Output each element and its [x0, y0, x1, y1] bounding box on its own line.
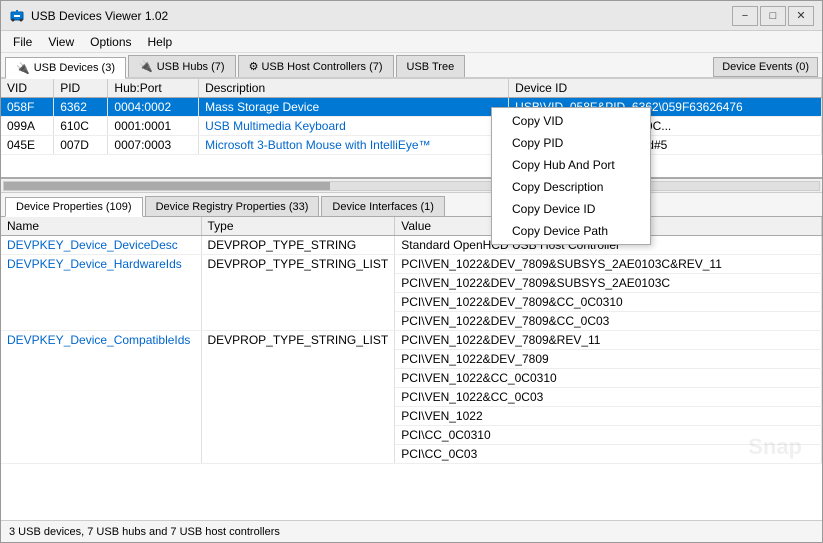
- title-bar: USB Devices Viewer 1.02 − □ ✕: [1, 1, 822, 31]
- status-text: 3 USB devices, 7 USB hubs and 7 USB host…: [9, 526, 280, 538]
- props-tab-1[interactable]: Device Registry Properties (33): [145, 196, 320, 216]
- menu-bar: File View Options Help: [1, 31, 822, 53]
- tab-usb-hubs[interactable]: 🔌 USB Hubs (7): [128, 55, 236, 77]
- menu-view[interactable]: View: [40, 31, 82, 52]
- h-scrollbar[interactable]: [1, 179, 822, 193]
- context-menu: Copy VIDCopy PIDCopy Hub And PortCopy De…: [491, 107, 651, 245]
- tab-usb-tree[interactable]: USB Tree: [396, 55, 466, 77]
- device-row[interactable]: 099A610C0001:0001USB Multimedia Keyboard…: [1, 117, 822, 136]
- props-row: DEVPKEY_Device_HardwareIdsDEVPROP_TYPE_S…: [1, 255, 822, 274]
- tab-usb-host-controllers[interactable]: ⚙ USB Host Controllers (7): [238, 55, 394, 77]
- main-window: USB Devices Viewer 1.02 − □ ✕ File View …: [0, 0, 823, 543]
- col-header-device-id: Device ID: [509, 79, 822, 98]
- minimize-button[interactable]: −: [732, 6, 758, 26]
- props-col-type: Type: [201, 217, 395, 236]
- tab-usb-host-controllers-label: ⚙ USB Host Controllers (7): [249, 60, 383, 73]
- tab-usb-hubs-label: USB Hubs (7): [157, 61, 225, 73]
- usb-hubs-icon: 🔌: [139, 60, 153, 73]
- context-menu-item-1[interactable]: Copy PID: [492, 132, 650, 154]
- context-menu-item-5[interactable]: Copy Device Path: [492, 220, 650, 242]
- device-row[interactable]: 058F63620004:0002Mass Storage DeviceUSB\…: [1, 98, 822, 117]
- col-header-vid: VID: [1, 79, 54, 98]
- props-tab-bar: Device Properties (109)Device Registry P…: [1, 193, 822, 217]
- device-events-button[interactable]: Device Events (0): [713, 57, 818, 77]
- tab-usb-devices[interactable]: 🔌 USB Devices (3): [5, 57, 126, 79]
- maximize-button[interactable]: □: [760, 6, 786, 26]
- props-tab-0[interactable]: Device Properties (109): [5, 197, 143, 217]
- col-header-description: Description: [199, 79, 509, 98]
- close-button[interactable]: ✕: [788, 6, 814, 26]
- usb-devices-icon: 🔌: [16, 62, 30, 75]
- props-table-wrapper[interactable]: Name Type Value DEVPKEY_Device_DeviceDes…: [1, 217, 822, 520]
- window-title: USB Devices Viewer 1.02: [31, 9, 732, 23]
- props-table: Name Type Value DEVPKEY_Device_DeviceDes…: [1, 217, 822, 464]
- app-icon: [9, 8, 25, 24]
- device-table: VID PID Hub:Port Description Device ID 0…: [1, 79, 822, 155]
- props-row: DEVPKEY_Device_DeviceDescDEVPROP_TYPE_ST…: [1, 236, 822, 255]
- main-tab-bar: 🔌 USB Devices (3) 🔌 USB Hubs (7) ⚙ USB H…: [1, 53, 822, 79]
- status-bar: 3 USB devices, 7 USB hubs and 7 USB host…: [1, 520, 822, 542]
- menu-file[interactable]: File: [5, 31, 40, 52]
- menu-help[interactable]: Help: [140, 31, 181, 52]
- device-list[interactable]: VID PID Hub:Port Description Device ID 0…: [1, 79, 822, 179]
- device-row[interactable]: 045E007D0007:0003Microsoft 3-Button Mous…: [1, 136, 822, 155]
- props-tab-2[interactable]: Device Interfaces (1): [321, 196, 444, 216]
- props-col-name: Name: [1, 217, 201, 236]
- context-menu-item-2[interactable]: Copy Hub And Port: [492, 154, 650, 176]
- context-menu-item-4[interactable]: Copy Device ID: [492, 198, 650, 220]
- col-header-hub-port: Hub:Port: [108, 79, 199, 98]
- tab-usb-devices-label: USB Devices (3): [34, 62, 115, 74]
- window-controls: − □ ✕: [732, 6, 814, 26]
- context-menu-item-0[interactable]: Copy VID: [492, 110, 650, 132]
- menu-options[interactable]: Options: [82, 31, 139, 52]
- props-row: DEVPKEY_Device_CompatibleIdsDEVPROP_TYPE…: [1, 331, 822, 350]
- h-scroll-thumb[interactable]: [4, 182, 330, 190]
- h-scroll-track[interactable]: [3, 181, 820, 191]
- tab-usb-tree-label: USB Tree: [407, 61, 455, 73]
- context-menu-item-3[interactable]: Copy Description: [492, 176, 650, 198]
- col-header-pid: PID: [54, 79, 108, 98]
- main-content: VID PID Hub:Port Description Device ID 0…: [1, 79, 822, 542]
